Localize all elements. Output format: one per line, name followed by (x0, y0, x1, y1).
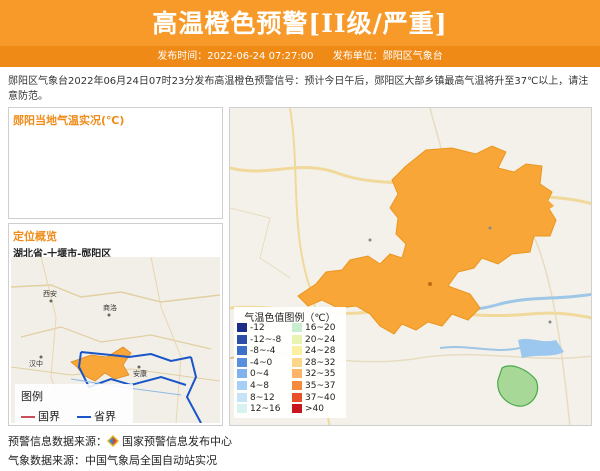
temperature-range-label: -8~-4 (250, 346, 276, 357)
temperature-range-label: -12 (250, 323, 265, 333)
color-swatch-icon (292, 381, 302, 390)
map-label-shangluo: 商洛 (103, 304, 117, 312)
color-swatch-icon (292, 323, 302, 332)
temperature-color-legend: 气温色值图例（℃） -12 16~20 -12~-8 20~24 -8~-4 24~28 -… (234, 307, 346, 418)
warning-title: 高温橙色预警[II级/严重] (152, 9, 448, 38)
temperature-legend-item: 4~8 (237, 381, 292, 392)
national-border-label: 国界 (38, 410, 60, 423)
temperature-range-label: 37~40 (305, 392, 336, 403)
temperature-range-label: 24~28 (305, 346, 336, 357)
temperature-legend-item: 37~40 (292, 392, 347, 404)
temperature-range-label: 20~24 (305, 334, 336, 345)
warning-center-logo-icon (107, 435, 119, 447)
color-swatch-icon (237, 369, 247, 379)
publisher: 发布单位：郧阳区气象台 (332, 51, 443, 62)
color-swatch-icon (292, 404, 302, 414)
color-swatch-icon (237, 346, 247, 356)
provincial-border-label: 省界 (94, 410, 116, 423)
map-legend: 图例 国界 省界 (15, 384, 133, 424)
weather-source-line: 气象数据来源：中国气象局全国自动站实况 (8, 454, 217, 467)
warning-meta-bar: 发布时间：2022-06-24 07:27:00 发布单位：郧阳区气象台 (0, 46, 600, 67)
temperature-legend-item: 12~16 (237, 404, 292, 415)
temperature-range-label: 8~12 (250, 392, 275, 403)
provincial-border-line-icon (77, 416, 91, 418)
temperature-legend-item: -8~-4 (237, 346, 292, 357)
temperature-legend-item: 32~35 (292, 369, 347, 380)
temperature-legend-item: 35~37 (292, 381, 347, 392)
temperature-range-label: -4~0 (250, 357, 273, 368)
warning-source-label: 预警信息数据来源： (8, 435, 107, 448)
data-sources: 预警信息数据来源： 国家预警信息发布中心 气象数据来源：中国气象局全国自动站实况 (8, 432, 232, 470)
temperature-range-label: 16~20 (305, 323, 336, 333)
map-label-ankang: 安康 (133, 370, 147, 378)
warning-banner: 高温橙色预警[II级/严重] 发布时间：2022-06-24 07:27:00 … (0, 0, 600, 67)
temperature-legend-item: -12~-8 (237, 334, 292, 346)
temperature-panel-title: 郧阳当地气温实况(℃) (13, 114, 125, 127)
color-swatch-icon (292, 392, 302, 402)
legend-national-border: 国界 (21, 408, 60, 424)
temperature-range-label: 4~8 (250, 381, 269, 391)
color-swatch-icon (292, 357, 302, 367)
temperature-range-label: 12~16 (250, 404, 281, 415)
color-swatch-icon (237, 357, 247, 367)
location-panel: 定位概览 湖北省-十堰市-郧阳区 西安 商洛 汉中 安康 图例 国界 省界 (8, 223, 223, 426)
legend-provincial-border: 省界 (77, 408, 116, 424)
temperature-legend-title: 气温色值图例（℃） (244, 313, 336, 324)
temperature-range-label: 35~37 (305, 381, 336, 391)
temperature-legend-item: -12 (237, 323, 292, 334)
temperature-legend-item: -4~0 (237, 357, 292, 369)
temperature-panel: 郧阳当地气温实况(℃) (8, 107, 223, 219)
temperature-range-label: 32~35 (305, 369, 336, 380)
temperature-legend-item: 8~12 (237, 392, 292, 404)
temperature-legend-item: 0~4 (237, 369, 292, 380)
color-swatch-icon (237, 381, 247, 390)
temperature-legend-item: 24~28 (292, 346, 347, 357)
temperature-legend-item: >40 (292, 404, 347, 415)
temperature-legend-item: 28~32 (292, 357, 347, 369)
temperature-range-label: >40 (305, 404, 324, 415)
legend-title: 图例 (21, 390, 43, 403)
temperature-range-label: -12~-8 (250, 334, 282, 345)
temperature-range-label: 0~4 (250, 369, 269, 380)
color-swatch-icon (292, 369, 302, 379)
color-swatch-icon (292, 334, 302, 344)
map-label-xian: 西安 (43, 290, 57, 298)
temperature-legend-item: 20~24 (292, 334, 347, 346)
color-swatch-icon (237, 323, 247, 332)
color-swatch-icon (237, 334, 247, 344)
warning-source-name[interactable]: 国家预警信息发布中心 (122, 435, 232, 448)
location-panel-title: 定位概览 (13, 230, 57, 243)
temperature-legend-item: 16~20 (292, 323, 347, 334)
warning-description: 郧阳区气象台2022年06月24日07时23分发布高温橙色预警信号：预计今日午后… (8, 76, 589, 102)
color-swatch-icon (237, 392, 247, 402)
temperature-range-label: 28~32 (305, 357, 336, 368)
publish-time: 发布时间：2022-06-24 07:27:00 (157, 51, 314, 62)
warning-source-line: 预警信息数据来源： 国家预警信息发布中心 (8, 432, 232, 451)
color-swatch-icon (292, 346, 302, 356)
map-label-hanzhong: 汉中 (29, 360, 43, 368)
national-border-line-icon (21, 416, 35, 418)
color-swatch-icon (237, 404, 247, 414)
